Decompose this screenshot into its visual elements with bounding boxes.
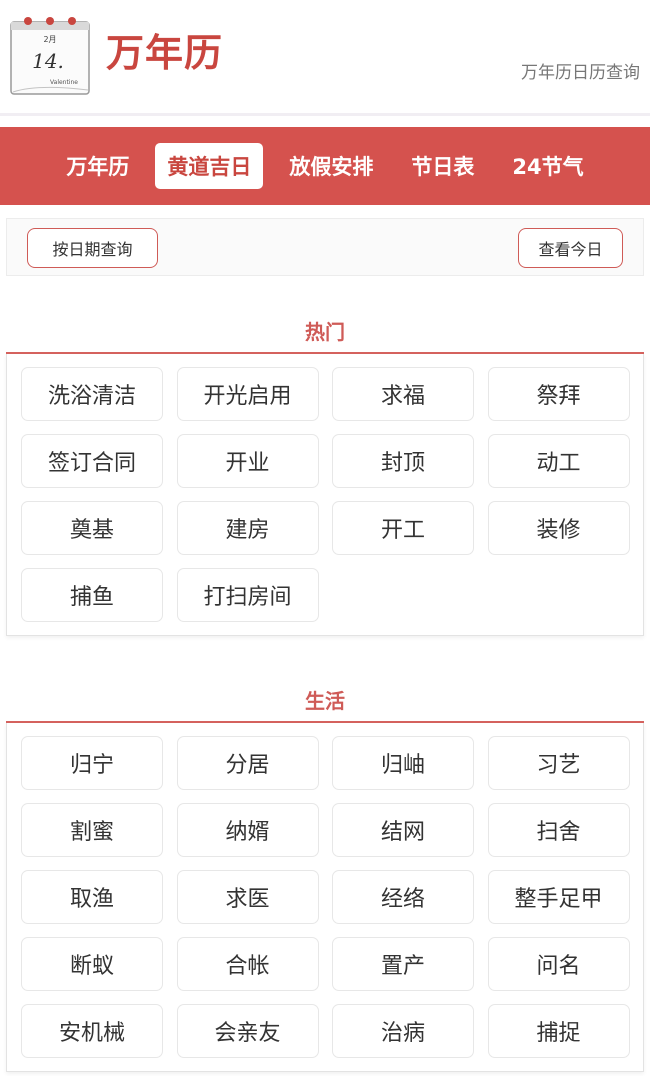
activity-tag[interactable]: 治病 xyxy=(332,1004,474,1058)
nav-item-festivals[interactable]: 节日表 xyxy=(399,143,486,189)
activity-tag[interactable]: 整手足甲 xyxy=(487,870,630,924)
tag-grid: 归宁 分居 归岫 习艺割蜜 纳婿 结网 扫舍取渔 求医 经络 整手足甲断蚁 合帐 置产 问名安机械 会亲友… xyxy=(21,736,630,1058)
activity-tag[interactable]: 捕捉 xyxy=(487,1004,630,1058)
activity-tag[interactable]: 会亲友 xyxy=(176,1004,319,1058)
activity-tag[interactable]: 建房 xyxy=(176,501,319,555)
activity-tag[interactable]: 合帐 xyxy=(176,937,319,991)
app-title: 万年历 xyxy=(106,31,224,75)
activity-tag[interactable]: 归宁 xyxy=(21,736,163,790)
nav-item-solar-terms[interactable]: 24节气 xyxy=(500,143,595,189)
activity-tag[interactable]: 装修 xyxy=(487,501,630,555)
app-header: 2月 14. Valentine 万年历 万年历日历查询 xyxy=(0,0,650,116)
activity-tag[interactable]: 开光启用 xyxy=(176,367,319,421)
activity-tag[interactable]: 结网 xyxy=(332,803,474,857)
calendar-page-icon: 2月 14. Valentine xyxy=(10,17,90,95)
logo-day: 14. xyxy=(32,49,64,73)
activity-tag[interactable]: 洗浴清洁 xyxy=(21,367,163,421)
view-today-button[interactable]: 查看今日 xyxy=(518,228,623,268)
section-title: 生活 xyxy=(6,677,644,723)
activity-tag[interactable]: 扫舍 xyxy=(487,803,630,857)
activity-tag[interactable]: 置产 xyxy=(332,937,474,991)
app-subtitle: 万年历日历查询 xyxy=(521,63,640,83)
query-by-date-button[interactable]: 按日期查询 xyxy=(27,228,158,268)
activity-tag[interactable]: 打扫房间 xyxy=(176,568,319,622)
activity-tag[interactable]: 求医 xyxy=(176,870,319,924)
activity-tag[interactable]: 奠基 xyxy=(21,501,163,555)
section-body: 洗浴清洁 开光启用 求福 祭拜签订合同 开业 封顶 动工奠基 建房 开工 装修捕鱼 打扫房间 xyxy=(6,354,644,636)
activity-tag[interactable]: 开工 xyxy=(332,501,474,555)
logo-month: 2月 xyxy=(43,35,56,44)
nav-item-calendar[interactable]: 万年历 xyxy=(54,143,141,189)
main-nav: 万年历 黄道吉日 放假安排 节日表 24节气 xyxy=(0,127,650,205)
activity-tag[interactable]: 开业 xyxy=(176,434,319,488)
activity-tag[interactable]: 纳婿 xyxy=(176,803,319,857)
activity-tag[interactable]: 安机械 xyxy=(21,1004,163,1058)
tag-grid: 洗浴清洁 开光启用 求福 祭拜签订合同 开业 封顶 动工奠基 建房 开工 装修捕鱼 打扫房间 xyxy=(21,367,630,622)
activity-tag[interactable]: 捕鱼 xyxy=(21,568,163,622)
activity-tag[interactable]: 取渔 xyxy=(21,870,163,924)
nav-item-auspicious-days[interactable]: 黄道吉日 xyxy=(155,143,264,189)
activity-tag[interactable]: 问名 xyxy=(487,937,630,991)
nav-item-holiday-schedule[interactable]: 放假安排 xyxy=(277,143,385,189)
activity-tag[interactable]: 签订合同 xyxy=(21,434,163,488)
activity-tag[interactable]: 割蜜 xyxy=(21,803,163,857)
activity-tag[interactable]: 归岫 xyxy=(332,736,474,790)
activity-tag[interactable]: 动工 xyxy=(487,434,630,488)
section-daily-life: 生活 归宁 分居 归岫 习艺割蜜 纳婿 结网 扫舍取渔 求医 经络 整手足甲断蚁 合帐 置产 问名安机械… xyxy=(0,677,650,1072)
activity-tag[interactable]: 封顶 xyxy=(332,434,474,488)
activity-tag[interactable]: 祭拜 xyxy=(487,367,630,421)
section-title: 热门 xyxy=(6,308,644,354)
activity-tag[interactable]: 求福 xyxy=(332,367,474,421)
section-popular: 热门 洗浴清洁 开光启用 求福 祭拜签订合同 开业 封顶 动工奠基 建房 开工 装修捕鱼 打扫房间 xyxy=(0,308,650,636)
activity-tag[interactable]: 习艺 xyxy=(487,736,630,790)
activity-tag[interactable]: 经络 xyxy=(332,870,474,924)
section-body: 归宁 分居 归岫 习艺割蜜 纳婿 结网 扫舍取渔 求医 经络 整手足甲断蚁 合帐 置产 问名安机械 会亲友… xyxy=(6,723,644,1072)
logo-caption: Valentine xyxy=(50,79,78,86)
activity-tag[interactable]: 分居 xyxy=(176,736,319,790)
activity-tag[interactable]: 断蚁 xyxy=(21,937,163,991)
query-toolbar: 按日期查询 查看今日 xyxy=(6,218,644,276)
